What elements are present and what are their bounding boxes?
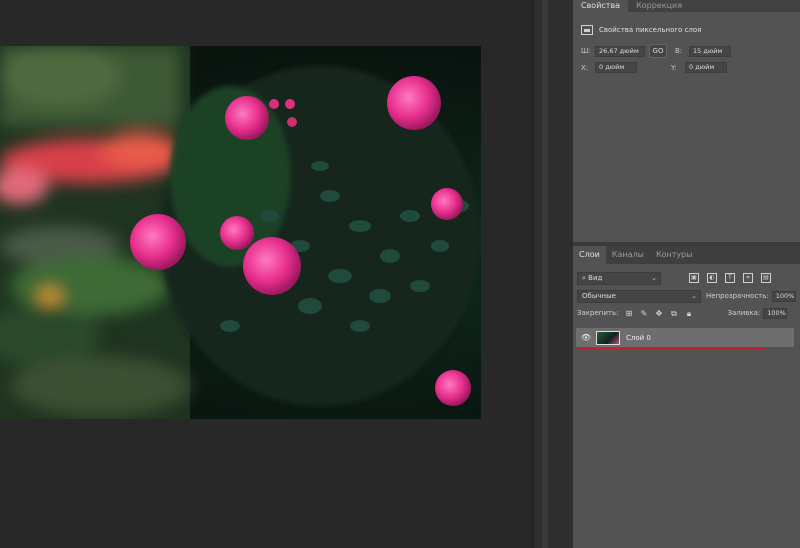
roses-photo bbox=[0, 46, 480, 419]
layer-name[interactable]: Слой 0 bbox=[626, 334, 651, 342]
width-field[interactable]: 26,67 дюйм bbox=[595, 45, 645, 57]
width-label: Ш: bbox=[581, 47, 591, 55]
height-field[interactable]: 15 дюйм bbox=[689, 45, 731, 57]
layers-tabs: Слои Каналы Контуры bbox=[573, 246, 800, 264]
y-field[interactable]: 0 дюйм bbox=[685, 62, 727, 73]
lock-all-icon[interactable]: 🔒︎ bbox=[684, 309, 693, 318]
adjustment-icon[interactable]: ◐ bbox=[707, 273, 717, 283]
tab-adjustments[interactable]: Коррекция bbox=[628, 0, 690, 12]
right-panel-dock: Свойства Коррекция Свойства пиксельного … bbox=[573, 0, 800, 548]
chevron-down-icon: ⌄ bbox=[651, 273, 657, 282]
properties-panel: Свойства пиксельного слоя Ш: 26,67 дюйм … bbox=[573, 12, 800, 242]
size-row: Ш: 26,67 дюйм GO В: 15 дюйм bbox=[573, 44, 800, 58]
opacity-label: Непрозрачность: bbox=[706, 292, 769, 300]
layer-thumbnail bbox=[596, 330, 620, 345]
canvas-area[interactable] bbox=[0, 0, 533, 548]
type-icon[interactable]: T bbox=[725, 273, 735, 283]
fill-label: Заливка: bbox=[727, 309, 761, 317]
tab-properties[interactable]: Свойства bbox=[573, 0, 629, 12]
layer-filter-row: ⌕ Вид ⌄ ▣ ◐ T ⌗ ▤ bbox=[573, 268, 800, 288]
blend-mode-dropdown[interactable]: Обычные ⌄ bbox=[577, 289, 701, 303]
photoshop-window: Свойства Коррекция Свойства пиксельного … bbox=[0, 0, 800, 548]
collapsed-panel-strip[interactable] bbox=[542, 0, 548, 548]
position-row: X: 0 дюйм Y: 0 дюйм bbox=[573, 62, 800, 73]
panel-gutter bbox=[533, 0, 573, 548]
link-dimensions-button[interactable]: GO bbox=[649, 44, 667, 58]
lock-move-icon[interactable]: ✥ bbox=[654, 309, 663, 318]
image-icon[interactable]: ▣ bbox=[689, 273, 699, 283]
lock-paint-icon[interactable]: ✎ bbox=[639, 309, 648, 318]
height-label: В: bbox=[675, 47, 683, 55]
chevron-down-icon: ⌄ bbox=[691, 291, 697, 300]
tab-paths[interactable]: Контуры bbox=[650, 246, 699, 264]
layer-row[interactable]: 👁︎ Слой 0 bbox=[576, 328, 794, 347]
filter-kind-value: Вид bbox=[588, 273, 603, 282]
opacity-field[interactable]: 100% bbox=[771, 290, 796, 302]
smart-object-icon[interactable]: ▤ bbox=[761, 273, 771, 283]
y-label: Y: bbox=[671, 63, 677, 72]
tab-layers[interactable]: Слои bbox=[573, 246, 606, 264]
lock-artboard-icon[interactable]: ⧉ bbox=[669, 309, 678, 318]
lock-row: Закрепить: ⊞ ✎ ✥ ⧉ 🔒︎ Заливка: 100% bbox=[573, 304, 800, 322]
blend-mode-value: Обычные bbox=[582, 291, 616, 300]
properties-title: Свойства пиксельного слоя bbox=[599, 26, 702, 34]
lock-label: Закрепить: bbox=[577, 309, 619, 317]
eye-icon[interactable]: 👁︎ bbox=[580, 333, 592, 342]
tab-channels[interactable]: Каналы bbox=[606, 246, 650, 264]
blend-opacity-row: Обычные ⌄ Непрозрачность: 100% bbox=[573, 288, 800, 304]
properties-tabs: Свойства Коррекция bbox=[573, 0, 800, 12]
lock-pixels-icon[interactable]: ⊞ bbox=[624, 309, 633, 318]
layers-panel: Слои Каналы Контуры ⌕ Вид ⌄ ▣ ◐ T ⌗ ▤ Об… bbox=[573, 246, 800, 548]
x-field[interactable]: 0 дюйм bbox=[595, 62, 637, 73]
highlight-underline bbox=[577, 348, 765, 350]
filter-kind-dropdown[interactable]: ⌕ Вид ⌄ bbox=[577, 271, 661, 285]
document-image[interactable] bbox=[0, 46, 481, 419]
fill-field[interactable]: 100% bbox=[763, 307, 788, 319]
x-label: X: bbox=[581, 63, 589, 72]
pixel-layer-icon bbox=[581, 25, 593, 35]
shape-icon[interactable]: ⌗ bbox=[743, 273, 753, 283]
properties-header: Свойства пиксельного слоя bbox=[573, 20, 800, 40]
